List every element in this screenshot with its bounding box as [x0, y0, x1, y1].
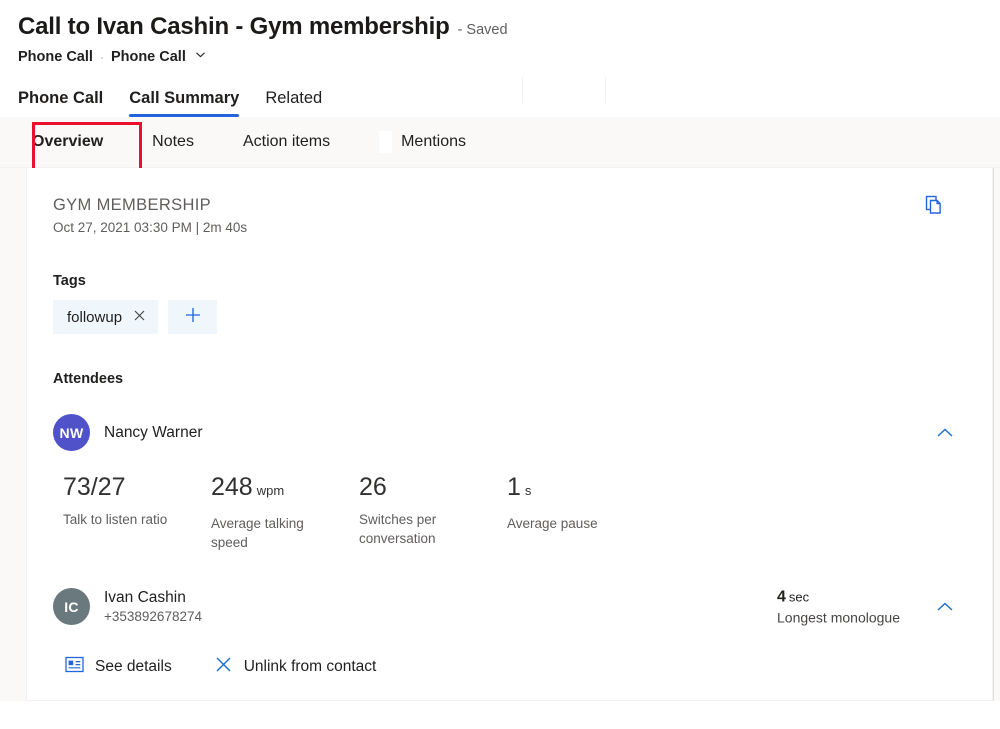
- avatar: NW: [53, 414, 90, 451]
- attendee-phone: +353892678274: [104, 609, 202, 624]
- primary-tab-bar: Phone Call Call Summary Related: [0, 81, 1000, 117]
- attendees-section-title: Attendees: [53, 371, 962, 387]
- chevron-up-icon[interactable]: [934, 596, 956, 618]
- metric-value: 26: [359, 473, 387, 501]
- metric-label: Longest monologue: [777, 609, 900, 625]
- subtab-notes[interactable]: Notes: [152, 133, 194, 151]
- attendee-metrics-nancy: 73/27 Talk to listen ratio 248wpm Averag…: [53, 473, 962, 552]
- metric-label: Average talking speed: [211, 514, 329, 552]
- tag-row: followup: [53, 300, 962, 334]
- tab-call-summary[interactable]: Call Summary: [129, 89, 239, 117]
- content-shell: GYM MEMBERSHIP Oct 27, 2021 03:30 PM | 2…: [0, 168, 1000, 701]
- tags-section-title: Tags: [53, 273, 962, 289]
- subtab-overview[interactable]: Overview: [32, 133, 103, 151]
- unlink-label: Unlink from contact: [244, 658, 377, 676]
- header-divider-1: [522, 77, 523, 103]
- record-header: Call to Ivan Cashin - Gym membership - S…: [0, 0, 1000, 65]
- chevron-down-icon[interactable]: [194, 48, 207, 65]
- title-line: Call to Ivan Cashin - Gym membership - S…: [18, 12, 1000, 45]
- unlink-close-icon: [214, 655, 233, 679]
- metric-talk-to-listen: 73/27 Talk to listen ratio: [63, 473, 211, 552]
- page-title: Call to Ivan Cashin - Gym membership: [18, 12, 450, 42]
- tag-label: followup: [67, 309, 122, 326]
- call-subject: GYM MEMBERSHIP: [53, 196, 962, 215]
- see-details-button[interactable]: See details: [65, 656, 172, 678]
- metric-switches: 26 Switches per conversation: [359, 473, 507, 552]
- mentions-badge: [379, 131, 392, 153]
- metric-talking-speed: 248wpm Average talking speed: [211, 473, 359, 552]
- tab-related[interactable]: Related: [265, 89, 322, 117]
- contact-card-icon: [65, 656, 84, 678]
- breadcrumb-separator: ·: [100, 50, 104, 64]
- metric-unit: wpm: [257, 477, 284, 505]
- avatar: IC: [53, 588, 90, 625]
- form-selector-label[interactable]: Phone Call: [111, 49, 186, 65]
- metric-label: Talk to listen ratio: [63, 510, 181, 529]
- metric-unit: sec: [789, 589, 809, 604]
- attendee-details: Ivan Cashin +353892678274: [104, 589, 202, 624]
- sub-tab-bar: Overview Notes Action items Mentions: [0, 117, 1000, 168]
- metric-value: 248: [211, 473, 253, 501]
- metric-unit: s: [525, 477, 532, 505]
- add-tag-button[interactable]: [168, 300, 217, 334]
- attendee-name: Nancy Warner: [104, 424, 202, 442]
- metric-longest-monologue: 4sec Longest monologue: [777, 588, 900, 625]
- right-scroll-rail[interactable]: [993, 168, 1000, 701]
- tag-chip-followup[interactable]: followup: [53, 300, 158, 334]
- tab-phone-call[interactable]: Phone Call: [18, 89, 103, 117]
- subtab-action-items[interactable]: Action items: [243, 133, 330, 151]
- subtab-mentions-label: Mentions: [401, 133, 466, 150]
- subtab-mentions[interactable]: Mentions: [379, 131, 466, 153]
- attendee-name: Ivan Cashin: [104, 589, 202, 607]
- attendee-row-ivan: IC Ivan Cashin +353892678274 4sec Longes…: [53, 588, 962, 625]
- attendee-action-links: See details Unlink from contact: [53, 655, 962, 679]
- save-status: - Saved: [458, 15, 508, 45]
- copy-icon[interactable]: [922, 193, 948, 219]
- header-divider-2: [605, 77, 606, 103]
- plus-icon: [183, 305, 203, 330]
- see-details-label: See details: [95, 658, 172, 676]
- attendee-row-nancy: NW Nancy Warner: [53, 414, 962, 451]
- metric-label: Average pause: [507, 514, 625, 533]
- metric-value: 1: [507, 473, 521, 501]
- metric-value: 73/27: [63, 473, 126, 501]
- breadcrumb-entity: Phone Call: [18, 49, 93, 65]
- metric-value: 4: [777, 588, 786, 605]
- call-datetime-duration: Oct 27, 2021 03:30 PM | 2m 40s: [53, 220, 962, 235]
- unlink-from-contact-button[interactable]: Unlink from contact: [214, 655, 377, 679]
- breadcrumb: Phone Call · Phone Call: [18, 48, 1000, 65]
- metric-average-pause: 1s Average pause: [507, 473, 655, 552]
- close-icon[interactable]: [133, 309, 146, 325]
- metric-label: Switches per conversation: [359, 510, 477, 548]
- overview-panel: GYM MEMBERSHIP Oct 27, 2021 03:30 PM | 2…: [26, 168, 993, 701]
- chevron-up-icon[interactable]: [934, 422, 956, 444]
